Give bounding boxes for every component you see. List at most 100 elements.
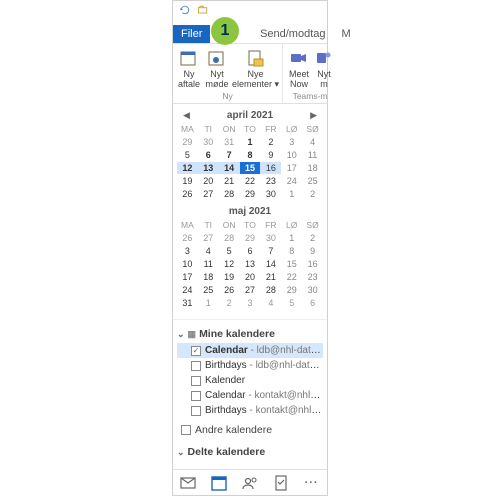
calendar-day[interactable]: 6 <box>240 245 261 257</box>
tab-file[interactable]: Filer <box>173 25 210 43</box>
calendar-day[interactable]: 22 <box>281 271 302 283</box>
calendar-day[interactable]: 29 <box>177 136 198 148</box>
new-meeting-button[interactable]: Nytmøde <box>204 48 230 89</box>
month-next-button[interactable]: ▶ <box>310 110 317 121</box>
calendar-day[interactable]: 27 <box>240 284 261 296</box>
calendar-item[interactable]: Calendar - ldb@nhl-data.dk <box>177 343 323 358</box>
calendar-day[interactable]: 15 <box>240 162 261 174</box>
sendreceive-folder-icon[interactable] <box>197 4 209 19</box>
calendar-day[interactable]: 21 <box>260 271 281 283</box>
calendar-day[interactable]: 31 <box>177 297 198 309</box>
refresh-icon[interactable] <box>179 4 191 19</box>
calendar-day[interactable]: 29 <box>240 188 261 200</box>
calendar-day[interactable]: 2 <box>302 188 323 200</box>
month-prev-button[interactable]: ◀ <box>183 110 190 121</box>
calendar-day[interactable]: 8 <box>240 149 261 161</box>
calendar-day[interactable]: 25 <box>302 175 323 187</box>
calendar-day[interactable]: 16 <box>302 258 323 270</box>
calendar-day[interactable]: 17 <box>281 162 302 174</box>
calendar-day[interactable]: 13 <box>198 162 219 174</box>
calendar-day[interactable]: 29 <box>281 284 302 296</box>
calendar-day[interactable]: 5 <box>219 245 240 257</box>
calendar-day[interactable]: 10 <box>177 258 198 270</box>
calendar-day[interactable]: 1 <box>198 297 219 309</box>
checkbox[interactable] <box>181 425 191 435</box>
new-teams-meeting-button[interactable]: Nytm <box>314 48 334 89</box>
tab-more[interactable]: M <box>334 25 359 43</box>
calendar-day[interactable]: 28 <box>219 232 240 244</box>
calendar-day[interactable]: 16 <box>260 162 281 174</box>
calendar-day[interactable]: 25 <box>198 284 219 296</box>
calendar-day[interactable]: 11 <box>302 149 323 161</box>
calendar-day[interactable]: 2 <box>219 297 240 309</box>
calendar-day[interactable]: 23 <box>302 271 323 283</box>
shared-calendars-header[interactable]: ⌄ Delte kalendere <box>177 440 323 461</box>
calendar-day[interactable]: 15 <box>281 258 302 270</box>
calendar-day[interactable]: 27 <box>198 188 219 200</box>
checkbox[interactable] <box>191 406 201 416</box>
calendar-day[interactable]: 13 <box>240 258 261 270</box>
calendar-day[interactable]: 7 <box>219 149 240 161</box>
mail-icon[interactable] <box>179 474 197 492</box>
calendar-day[interactable]: 19 <box>219 271 240 283</box>
calendar-day[interactable]: 12 <box>177 162 198 174</box>
calendar-day[interactable]: 4 <box>198 245 219 257</box>
checkbox[interactable] <box>191 361 201 371</box>
calendar-day[interactable]: 30 <box>302 284 323 296</box>
nav-more-button[interactable]: ··· <box>303 474 321 492</box>
calendar-day[interactable]: 24 <box>281 175 302 187</box>
tab-sendreceive[interactable]: Send/modtag <box>252 25 333 43</box>
checkbox[interactable] <box>191 346 201 356</box>
calendar-day[interactable]: 21 <box>219 175 240 187</box>
calendar-day[interactable]: 31 <box>219 136 240 148</box>
calendar-day[interactable]: 7 <box>260 245 281 257</box>
calendar-day[interactable]: 12 <box>219 258 240 270</box>
calendar-day[interactable]: 4 <box>302 136 323 148</box>
calendar-day[interactable]: 24 <box>177 284 198 296</box>
calendar-day[interactable]: 3 <box>177 245 198 257</box>
calendar-day[interactable]: 10 <box>281 149 302 161</box>
calendar-day[interactable]: 1 <box>240 136 261 148</box>
calendar-day[interactable]: 20 <box>198 175 219 187</box>
calendar-day[interactable]: 9 <box>302 245 323 257</box>
calendar-day[interactable]: 3 <box>281 136 302 148</box>
calendar-day[interactable]: 19 <box>177 175 198 187</box>
other-calendars-item[interactable]: Andre kalendere <box>177 418 323 440</box>
calendar-day[interactable]: 14 <box>219 162 240 174</box>
calendar-day[interactable]: 9 <box>260 149 281 161</box>
my-calendars-header[interactable]: ⌄ ▦ Mine kalendere <box>177 324 323 343</box>
calendar-item[interactable]: Calendar - kontakt@nhl-dat... <box>177 388 323 403</box>
calendar-day[interactable]: 1 <box>281 232 302 244</box>
meet-now-button[interactable]: MeetNow <box>286 48 312 89</box>
calendar-day[interactable]: 14 <box>260 258 281 270</box>
calendar-day[interactable]: 6 <box>302 297 323 309</box>
calendar-day[interactable]: 29 <box>240 232 261 244</box>
calendar-icon[interactable] <box>210 474 228 492</box>
checkbox[interactable] <box>191 376 201 386</box>
calendar-day[interactable]: 22 <box>240 175 261 187</box>
calendar-day[interactable]: 23 <box>260 175 281 187</box>
calendar-day[interactable]: 26 <box>219 284 240 296</box>
calendar-day[interactable]: 30 <box>260 188 281 200</box>
calendar-day[interactable]: 2 <box>302 232 323 244</box>
calendar-day[interactable]: 30 <box>198 136 219 148</box>
calendar-day[interactable]: 1 <box>281 188 302 200</box>
calendar-item[interactable]: Birthdays - kontakt@nhl-dat... <box>177 403 323 418</box>
new-items-button[interactable]: Nyeelementer ▾ <box>232 48 279 89</box>
checkbox[interactable] <box>191 391 201 401</box>
calendar-day[interactable]: 5 <box>281 297 302 309</box>
calendar-day[interactable]: 28 <box>260 284 281 296</box>
calendar-day[interactable]: 17 <box>177 271 198 283</box>
calendar-day[interactable]: 3 <box>240 297 261 309</box>
tasks-icon[interactable] <box>272 474 290 492</box>
calendar-day[interactable]: 18 <box>302 162 323 174</box>
calendar-day[interactable]: 28 <box>219 188 240 200</box>
calendar-day[interactable]: 27 <box>198 232 219 244</box>
calendar-day[interactable]: 2 <box>260 136 281 148</box>
people-icon[interactable] <box>241 474 259 492</box>
calendar-day[interactable]: 30 <box>260 232 281 244</box>
calendar-day[interactable]: 8 <box>281 245 302 257</box>
calendar-day[interactable]: 4 <box>260 297 281 309</box>
calendar-day[interactable]: 20 <box>240 271 261 283</box>
calendar-day[interactable]: 11 <box>198 258 219 270</box>
